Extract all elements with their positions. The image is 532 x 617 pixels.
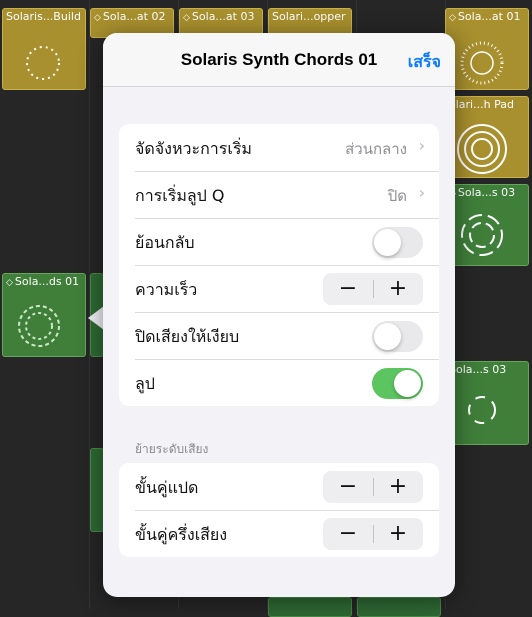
live-loop-cell[interactable] <box>268 597 352 617</box>
start-quantize-value: ส่วนกลาง <box>345 140 407 158</box>
chevron-right-icon: › <box>418 183 425 202</box>
fade-out-label: ปิดเสียงให้เงียบ <box>135 327 240 346</box>
loop-q-label: การเริ่มลูป Q <box>135 186 225 205</box>
speed-label: ความเร็ว <box>135 280 198 299</box>
semitone-label: ขั้นคู่ครึ่งเสียง <box>135 525 228 544</box>
toggle-knob <box>374 323 401 350</box>
live-loop-cell[interactable]: ◇Sola...s 03 <box>445 184 529 266</box>
chevron-right-icon: › <box>418 136 425 155</box>
live-loop-cell-selected[interactable]: ◇ Sola...ds 01 <box>2 273 86 357</box>
octave-increase-button[interactable]: + <box>373 471 423 503</box>
reverse-label: ย้อนกลับ <box>135 233 195 252</box>
semitone-decrease-button[interactable]: − <box>323 518 373 550</box>
live-loop-cell[interactable]: ◇ Sola...at 01 <box>445 8 529 90</box>
speed-row: ความเร็ว − + <box>119 265 439 312</box>
cell-label: Solari...opper <box>272 10 346 23</box>
toggle-knob <box>374 229 401 256</box>
start-quantize-row[interactable]: จัดจังหวะการเริ่ม ส่วนกลาง › <box>119 124 439 171</box>
speed-increase-button[interactable]: + <box>373 273 423 305</box>
loop-toggle[interactable] <box>372 368 423 399</box>
cell-label: ◇ Sola...at 01 <box>449 10 521 23</box>
reverse-toggle[interactable] <box>372 227 423 258</box>
speed-decrease-button[interactable]: − <box>323 273 373 305</box>
live-loop-cell[interactable]: Sola...s 03 <box>445 361 529 445</box>
waveform-icon <box>18 305 60 347</box>
transpose-settings-group: ขั้นคู่แปด − + ขั้นคู่ครึ่งเสียง − + <box>119 463 439 557</box>
start-quantize-label: จัดจังหวะการเริ่ม <box>135 139 252 158</box>
semitone-stepper: − + <box>323 518 423 550</box>
fade-out-row: ปิดเสียงให้เงียบ <box>119 312 439 359</box>
live-loop-cell[interactable]: Solaris...Build <box>2 8 86 90</box>
live-loop-cell[interactable]: olari...h Pad <box>445 96 529 178</box>
playback-settings-group: จัดจังหวะการเริ่ม ส่วนกลาง › การเริ่มลูป… <box>119 124 439 406</box>
popover-pointer <box>88 306 104 330</box>
cell-label: ◇ Sola...at 03 <box>183 10 255 23</box>
octave-stepper: − + <box>323 471 423 503</box>
cell-label: olari...h Pad <box>449 98 514 111</box>
loop-q-row[interactable]: การเริ่มลูป Q ปิด › <box>119 171 439 218</box>
waveform-icon <box>461 214 503 256</box>
waveform-icon <box>460 41 504 85</box>
transpose-section-title: ย้ายระดับเสียง <box>135 442 209 456</box>
waveform-icon <box>468 396 496 424</box>
done-button[interactable]: เสร็จ <box>408 50 441 75</box>
cell-label: ◇ Sola...ds 01 <box>6 275 80 288</box>
speed-stepper: − + <box>323 273 423 305</box>
live-loop-cell[interactable] <box>90 448 104 532</box>
cell-label: ◇ Sola...at 02 <box>94 10 166 23</box>
octave-row: ขั้นคู่แปด − + <box>119 463 439 510</box>
live-loop-cell[interactable] <box>357 597 441 617</box>
loop-q-value: ปิด <box>387 187 407 205</box>
cell-settings-popover: Solaris Synth Chords 01 เสร็จ จัดจังหวะก… <box>103 33 455 597</box>
waveform-icon <box>26 46 60 80</box>
cell-label: Sola...s 03 <box>449 363 507 376</box>
toggle-knob <box>394 370 421 397</box>
fade-out-toggle[interactable] <box>372 321 423 352</box>
octave-decrease-button[interactable]: − <box>323 471 373 503</box>
popover-title: Solaris Synth Chords 01 <box>180 50 378 69</box>
semitone-row: ขั้นคู่ครึ่งเสียง − + <box>119 510 439 557</box>
cell-label: ◇Sola...s 03 <box>449 186 516 199</box>
cell-label: Solaris...Build <box>6 10 81 23</box>
reverse-row: ย้อนกลับ <box>119 218 439 265</box>
octave-label: ขั้นคู่แปด <box>135 478 199 497</box>
loop-row: ลูป <box>119 359 439 406</box>
semitone-increase-button[interactable]: + <box>373 518 423 550</box>
popover-header: Solaris Synth Chords 01 เสร็จ <box>103 33 455 87</box>
waveform-icon <box>457 124 507 174</box>
loop-label: ลูป <box>135 374 155 393</box>
